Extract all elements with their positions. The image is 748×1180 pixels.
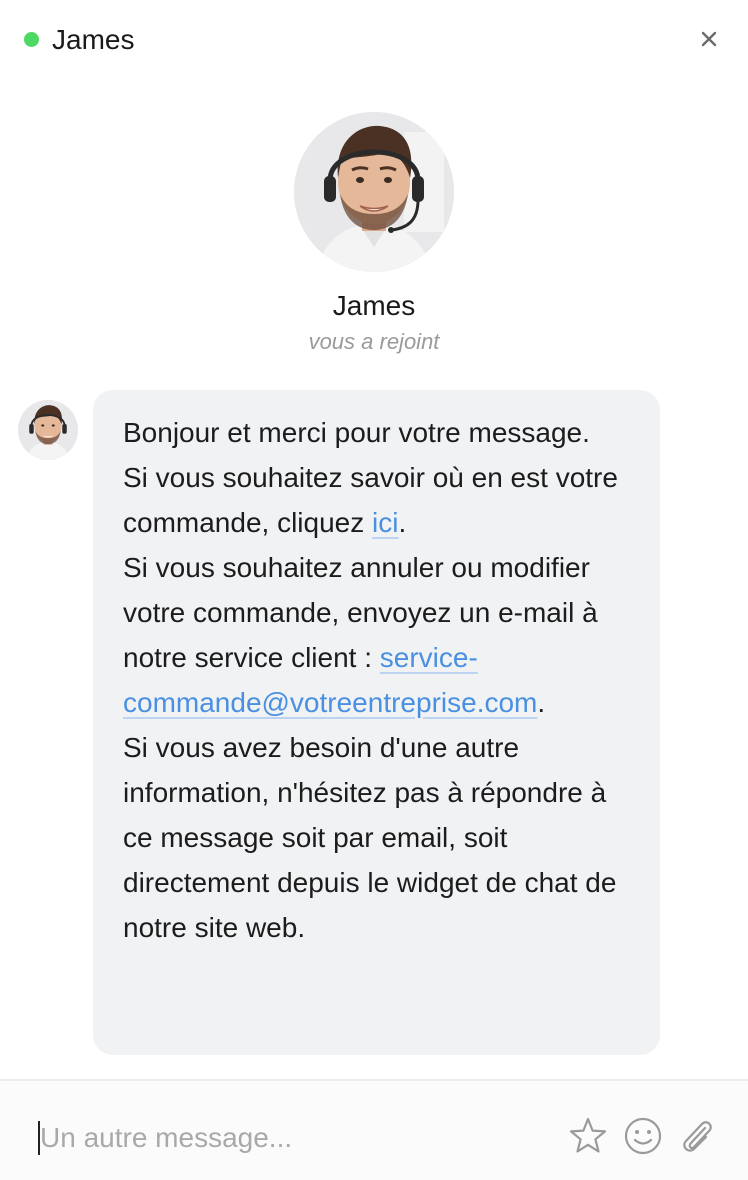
agent-intro: James vous a rejoint — [0, 112, 748, 356]
intro-agent-name: James — [332, 290, 416, 321]
chat-widget: James James vous a rejoint Bonjour et me… — [0, 0, 748, 1180]
message-composer — [0, 1079, 748, 1180]
message-punctuation: . — [537, 687, 546, 718]
intro-joined-text: vous a rejoint — [308, 329, 440, 354]
close-icon — [701, 31, 717, 47]
message-other-info: Si vous avez besoin d'une autre informat… — [123, 732, 617, 943]
message-input[interactable] — [40, 1113, 540, 1163]
close-button[interactable] — [696, 26, 722, 52]
message-order-status-line: Si vous souhaitez savoir où en est votre… — [123, 455, 630, 545]
chat-header: James — [0, 0, 748, 80]
header-agent-name: James — [52, 24, 135, 55]
agent-avatar-illustration-small — [18, 400, 78, 460]
online-status-dot — [24, 32, 39, 47]
agent-avatar-illustration — [294, 112, 454, 272]
order-status-link[interactable]: ici — [372, 507, 398, 538]
message-agent-avatar — [18, 400, 78, 460]
emoji-icon — [624, 1117, 662, 1155]
message-greeting: Bonjour et merci pour votre message. — [123, 417, 590, 448]
message-cancel-line: Si vous souhaitez annuler ou modifier vo… — [123, 545, 630, 725]
agent-message-bubble: Bonjour et merci pour votre message. Si … — [93, 390, 660, 1055]
message-punctuation: . — [398, 507, 407, 538]
paperclip-icon — [683, 1121, 712, 1152]
emoji-button[interactable] — [623, 1116, 663, 1156]
rating-button[interactable] — [568, 1116, 608, 1156]
message-cancel-text: Si vous souhaitez annuler ou modifier vo… — [123, 552, 598, 673]
attach-button[interactable] — [677, 1116, 717, 1156]
message-order-status-text: Si vous souhaitez savoir où en est votre… — [123, 462, 618, 538]
star-icon — [569, 1117, 607, 1153]
agent-avatar-large — [294, 112, 454, 272]
